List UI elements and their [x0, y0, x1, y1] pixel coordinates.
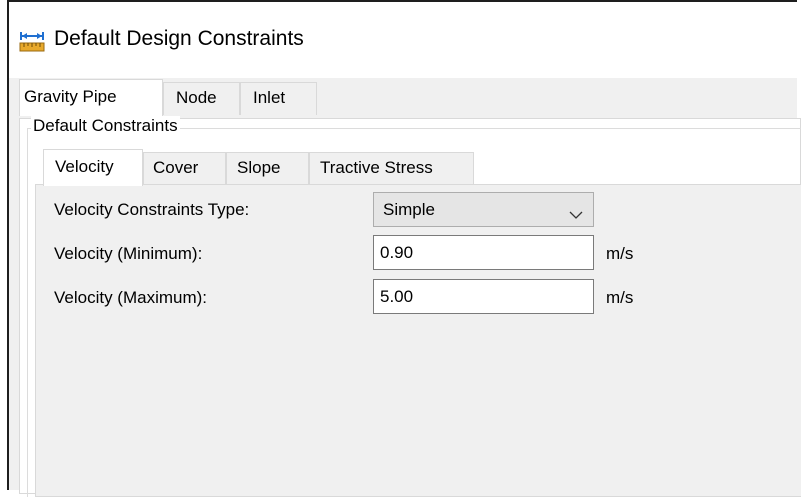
dialog-client-area: Gravity Pipe Node Inlet Default Constrai… — [9, 78, 801, 497]
velocity-minimum-label: Velocity (Minimum): — [54, 244, 203, 263]
tab-velocity[interactable]: Velocity — [43, 149, 143, 186]
title-bar: Default Design Constraints — [9, 2, 797, 78]
constraints-type-value: Simple — [383, 200, 435, 219]
tab-cover[interactable]: Cover — [143, 152, 226, 185]
velocity-minimum-unit: m/s — [606, 244, 634, 263]
tab-tractive-stress[interactable]: Tractive Stress — [309, 152, 474, 185]
tab-gravity-pipe[interactable]: Gravity Pipe — [19, 79, 163, 116]
velocity-panel: Velocity Constraints Type: Simple Veloci… — [35, 184, 801, 497]
default-constraints-group: Default Constraints Velocity Cover Slope… — [27, 116, 801, 497]
gravity-pipe-panel: Default Constraints Velocity Cover Slope… — [19, 116, 801, 497]
velocity-minimum-input[interactable] — [373, 235, 594, 270]
dialog-window: Default Design Constraints Gravity Pipe … — [7, 0, 801, 497]
constraints-type-dropdown[interactable]: Simple — [373, 192, 594, 227]
group-label: Default Constraints — [31, 116, 180, 136]
constraints-type-label: Velocity Constraints Type: — [54, 200, 250, 219]
velocity-maximum-label: Velocity (Maximum): — [54, 288, 208, 307]
dimension-ruler-icon — [19, 29, 45, 53]
tab-node[interactable]: Node — [163, 82, 240, 115]
velocity-maximum-unit: m/s — [606, 288, 634, 307]
velocity-maximum-input[interactable] — [373, 279, 594, 314]
tab-inlet[interactable]: Inlet — [240, 82, 317, 115]
window-title: Default Design Constraints — [54, 27, 304, 50]
chevron-down-icon — [569, 205, 583, 219]
tab-slope[interactable]: Slope — [226, 152, 309, 185]
